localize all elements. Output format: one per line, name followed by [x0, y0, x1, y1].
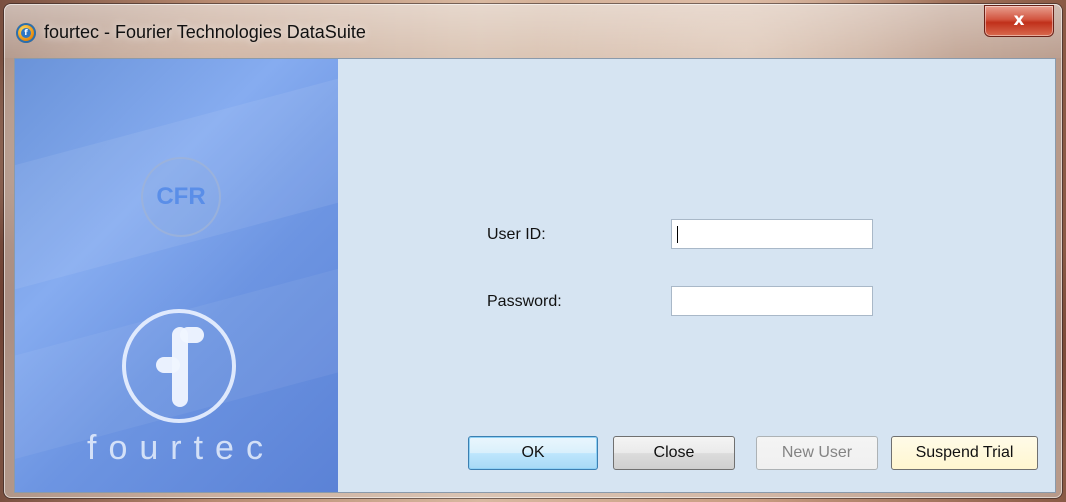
user-id-label: User ID:	[487, 226, 546, 243]
suspend-trial-button[interactable]: Suspend Trial	[891, 436, 1038, 470]
login-dialog: f fourtec - Fourier Technologies DataSui…	[4, 4, 1062, 498]
fourtec-logo-icon	[122, 309, 236, 423]
ok-button[interactable]: OK	[468, 436, 598, 470]
text-caret	[677, 226, 678, 243]
brand-panel: CFR fourtec	[15, 59, 338, 492]
title-bar: f fourtec - Fourier Technologies DataSui…	[4, 4, 1062, 58]
window-title: fourtec - Fourier Technologies DataSuite	[44, 22, 366, 42]
password-label: Password:	[487, 293, 562, 310]
fourtec-wordmark: fourtec	[87, 429, 275, 467]
password-input[interactable]	[671, 286, 873, 316]
user-id-input[interactable]	[671, 219, 873, 249]
window-close-button[interactable]: x	[984, 5, 1054, 37]
cfr-badge: CFR	[141, 157, 221, 237]
close-button[interactable]: Close	[613, 436, 735, 470]
dialog-content: CFR fourtec User ID: Password: OK Close …	[14, 58, 1056, 493]
app-icon: f	[16, 23, 36, 43]
new-user-button[interactable]: New User	[756, 436, 878, 470]
